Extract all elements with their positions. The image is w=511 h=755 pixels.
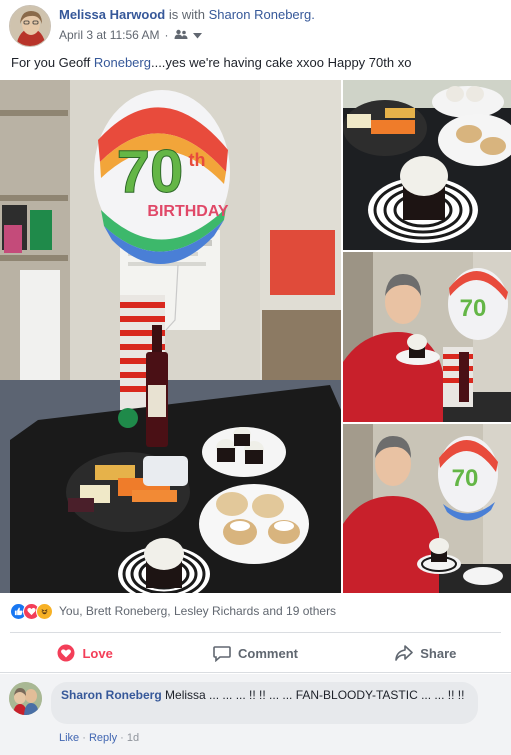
comment-bubble: Sharon Roneberg Melissa ... ... ... !! !… <box>51 682 478 724</box>
balloon-suffix: th <box>189 150 206 170</box>
love-label: Love <box>82 645 113 661</box>
post-text: For you Geoff Roneberg....yes we're havi… <box>11 55 411 70</box>
comment-sep-2: · <box>120 732 124 744</box>
post-text-link[interactable]: Roneberg <box>94 55 151 70</box>
author-avatar[interactable] <box>9 5 51 47</box>
reaction-icons <box>10 602 53 620</box>
with-text: is with <box>168 7 205 22</box>
haha-icon <box>36 602 53 620</box>
comment-text: Melissa ... ... ... !! !! ... ... FAN-BL… <box>161 688 465 702</box>
balloon-number: 70 <box>117 138 184 205</box>
post-timestamp[interactable]: April 3 at 11:56 AM <box>59 28 160 42</box>
chevron-down-icon[interactable] <box>192 28 202 42</box>
reactions-text: You, Brett Roneberg, Lesley Richards and… <box>59 604 337 618</box>
photo-food-spread[interactable] <box>343 80 511 250</box>
author-line: Melissa Harwood is with Sharon Roneberg. <box>59 7 315 22</box>
dot-separator: · <box>164 28 169 42</box>
comment-actions: Like · Reply · 1d <box>59 732 139 744</box>
comment-icon <box>213 645 231 662</box>
svg-text:70: 70 <box>460 295 487 322</box>
action-bar: Love Comment Share <box>0 638 511 668</box>
share-icon <box>395 645 414 661</box>
post-text-before: For you Geoff <box>11 55 94 70</box>
divider-bottom <box>0 672 511 673</box>
comment-author[interactable]: Sharon Roneberg <box>61 688 162 702</box>
comment-button[interactable]: Comment <box>170 638 340 668</box>
comment-like-link[interactable]: Like <box>59 732 79 744</box>
author-name[interactable]: Melissa Harwood <box>59 7 165 22</box>
comment-sep-1: · <box>82 732 86 744</box>
photo-woman-balloon[interactable]: 70 <box>343 424 511 593</box>
comment-age[interactable]: 1d <box>127 732 139 744</box>
svg-text:70: 70 <box>452 465 479 492</box>
love-button[interactable]: Love <box>0 638 170 668</box>
post-header: Melissa Harwood is with Sharon Roneberg.… <box>0 0 511 48</box>
photo-grid: 70 th BIRTHDAY 70 70 <box>0 80 511 593</box>
divider-top <box>10 632 501 633</box>
photo-woman-cupcake[interactable]: 70 <box>343 252 511 422</box>
share-button[interactable]: Share <box>341 638 511 668</box>
commenter-avatar[interactable] <box>9 682 42 715</box>
comment-reply-link[interactable]: Reply <box>89 732 117 744</box>
balloon-banner: BIRTHDAY <box>147 203 229 220</box>
tagged-person[interactable]: Sharon Roneberg. <box>209 7 315 22</box>
comments-section: Sharon Roneberg Melissa ... ... ... !! !… <box>0 674 511 755</box>
share-label: Share <box>420 645 457 661</box>
post-text-after: ....yes we're having cake xxoo Happy 70t… <box>150 55 412 70</box>
friends-icon[interactable] <box>174 28 188 42</box>
comment-label: Comment <box>238 645 298 661</box>
love-reaction-icon <box>57 644 75 662</box>
post-meta: April 3 at 11:56 AM · <box>59 28 202 42</box>
photo-main[interactable]: 70 th BIRTHDAY <box>0 80 341 593</box>
reactions-summary[interactable]: You, Brett Roneberg, Lesley Richards and… <box>10 602 336 620</box>
